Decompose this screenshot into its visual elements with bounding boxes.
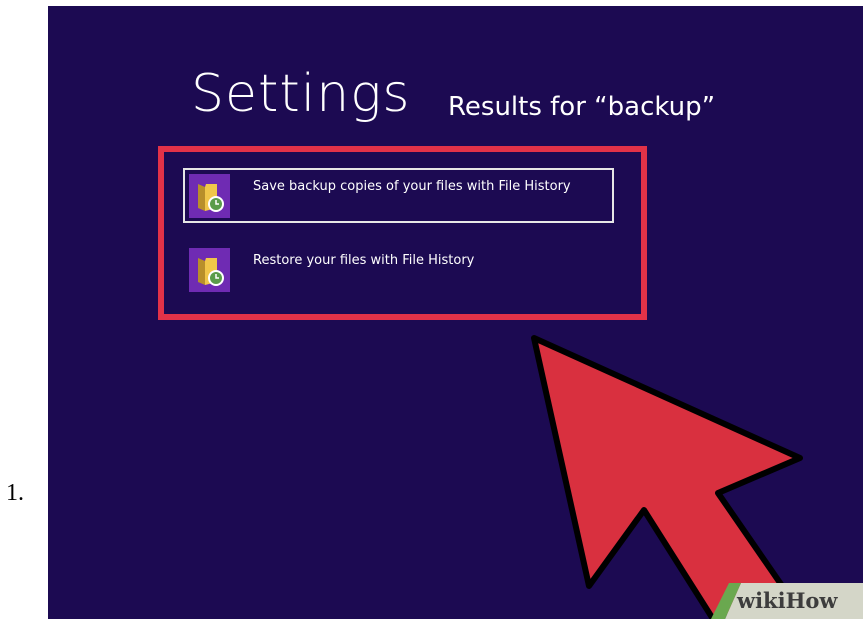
wikihow-watermark: wikiHow: [711, 583, 863, 619]
step-number: 1.: [6, 480, 24, 506]
red-arrow-icon: [531, 335, 803, 619]
watermark-text: wikiHow: [737, 588, 838, 613]
search-screen: Settings Results for “backup” Save backu…: [48, 6, 863, 619]
